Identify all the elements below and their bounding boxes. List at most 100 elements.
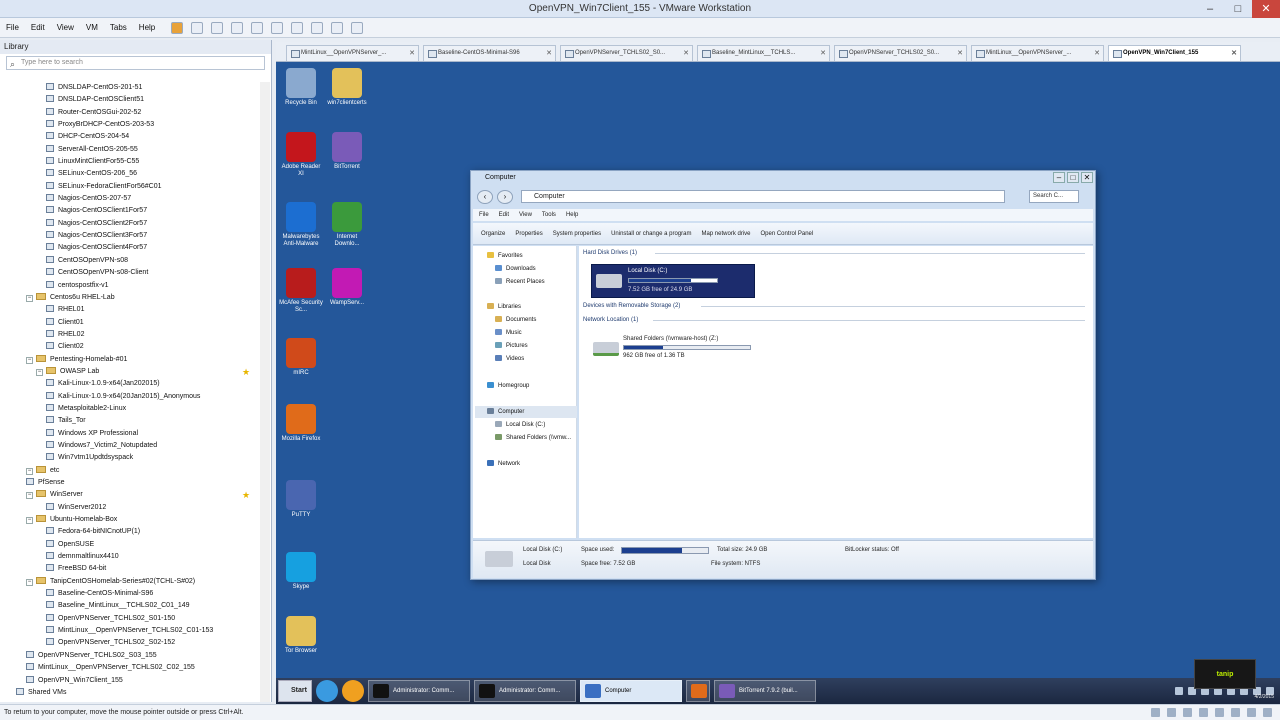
nav-homegroup[interactable]: Homegroup [487,382,529,389]
vm-tab[interactable]: Baseline-CentOS-Minimal-S96 ✕ [423,45,556,61]
library-tree-item[interactable]: DNSLDAP-CentOSClient51 [6,94,256,106]
library-tree-item[interactable]: RHEL02 [6,329,256,341]
library-tree-item[interactable]: centospostfix-v1 [6,280,256,292]
library-tree-item[interactable]: Nagios-CentOSClient3For57 [6,230,256,242]
device-network-icon[interactable] [1183,708,1192,717]
menu-help[interactable]: Help [139,23,155,32]
nav-shared-folders[interactable]: Shared Folders (\\vmw... [495,434,571,441]
nav-recent-places[interactable]: Recent Places [495,278,545,285]
command-button[interactable]: Organize [481,231,505,237]
desktop-icon[interactable]: Malwarebytes Anti-Malware [278,202,324,248]
command-button[interactable]: Properties [515,231,542,237]
expand-toggle-icon[interactable]: − [36,368,43,376]
command-button[interactable]: System properties [553,231,601,237]
library-tree-item[interactable]: Baseline_MintLinux__TCHLS02_C01_149 [6,600,256,612]
revert-snapshot-icon[interactable] [231,21,244,34]
library-tree-item[interactable]: OpenVPN_Win7Client_155 [6,675,256,687]
library-tree-item[interactable]: CentOSOpenVPN-s08-Client [6,267,256,279]
back-button[interactable]: ‹ [477,190,493,204]
expand-toggle-icon[interactable]: − [26,517,33,525]
desktop-icon[interactable]: win7clientcerts [324,68,370,107]
device-hdd-icon[interactable] [1151,708,1160,717]
nav-downloads[interactable]: Downloads [495,265,536,272]
shared-folders-drive[interactable]: Shared Folders (\\vmware-host) (Z:) 962 … [593,336,793,366]
library-tree-item[interactable]: Windows XP Professional [6,428,256,440]
library-tree-item[interactable]: Baseline-CentOS-Minimal-S96 [6,588,256,600]
desktop-icon[interactable]: mIRC [278,338,324,377]
library-tree-item[interactable]: Windows7_Victim2_Notupdated [6,440,256,452]
library-tree-item[interactable]: Client02 [6,341,256,353]
desktop-icon[interactable]: Adobe Reader XI [278,132,324,178]
expand-toggle-icon[interactable]: − [26,492,33,500]
explorer-search-input[interactable]: Search C... [1029,190,1079,203]
device-usb-icon[interactable] [1199,708,1208,717]
nav-local-disk[interactable]: Local Disk (C:) [495,421,545,428]
vm-tab[interactable]: OpenVPN_Win7Client_155 ✕ [1108,45,1241,61]
snapshot-manager-icon[interactable] [251,21,264,34]
tab-close-icon[interactable]: ✕ [409,46,415,61]
desktop-icon[interactable]: Recycle Bin [278,68,324,107]
taskbar-button[interactable]: Administrator: Comm... [474,680,576,702]
nav-videos[interactable]: Videos [495,355,524,362]
desktop-icon[interactable]: WampServ... [324,268,370,307]
explorer-menu-item[interactable]: Tools [542,209,556,221]
media-player-icon[interactable] [342,680,364,702]
taskbar-button[interactable]: Administrator: Comm... [368,680,470,702]
command-button[interactable]: Uninstall or change a program [611,231,691,237]
tray-icon[interactable] [1175,687,1183,695]
pause-icon[interactable] [171,21,184,34]
library-tree-item[interactable]: SELinux-CentOS-206_56 [6,168,256,180]
vm-tab[interactable]: OpenVPNServer_TCHLS02_S0... ✕ [560,45,693,61]
vm-tab[interactable]: MintLinux__OpenVPNServer_... ✕ [286,45,419,61]
library-view-icon[interactable] [271,21,284,34]
library-tree-item[interactable]: Win7vtm1Updtdsyspack [6,452,256,464]
unity-icon[interactable] [331,21,344,34]
library-tree-item[interactable]: MintLinux__OpenVPNServer_TCHLS02_C01-153 [6,625,256,637]
library-tree-item[interactable]: − Ubuntu-Homelab-Box [6,514,256,526]
device-sound-icon[interactable] [1215,708,1224,717]
library-tree-item[interactable]: Nagios-CentOSClient1For57 [6,205,256,217]
library-tree-item[interactable]: Router-CentOSGui-202-52 [6,107,256,119]
library-tree-item[interactable]: DNSLDAP-CentOS-201-51 [6,82,256,94]
nav-pictures[interactable]: Pictures [495,342,528,349]
tab-close-icon[interactable]: ✕ [546,46,552,61]
explorer-menu-item[interactable]: Edit [499,209,509,221]
explorer-menu-item[interactable]: Help [566,209,578,221]
menu-edit[interactable]: Edit [31,23,45,32]
library-tree-item[interactable]: Kali-Linux-1.0.9-x64(Jan202015) [6,378,256,390]
menu-vm[interactable]: VM [86,23,98,32]
tab-close-icon[interactable]: ✕ [683,46,689,61]
taskbar-button[interactable]: BitTorrent 7.9.2 (buil... [714,680,816,702]
library-tree-item[interactable]: CentOSOpenVPN-s08 [6,255,256,267]
library-tree-item[interactable]: Kali-Linux-1.0.9-x64(20Jan2015)_Anonymou… [6,391,256,403]
library-tree-item[interactable]: Client01 [6,317,256,329]
explorer-menu-item[interactable]: File [479,209,489,221]
forward-button[interactable]: › [497,190,513,204]
snapshot-icon[interactable] [211,21,224,34]
library-tree-item[interactable]: − Centos6u RHEL-Lab [6,292,256,304]
menu-view[interactable]: View [57,23,74,32]
expand-toggle-icon[interactable]: − [26,294,33,302]
library-tree-item[interactable]: DHCP-CentOS-204-54 [6,131,256,143]
menu-file[interactable]: File [6,23,19,32]
expand-toggle-icon[interactable]: − [26,467,33,475]
maximize-button[interactable]: □ [1224,0,1252,18]
desktop-icon[interactable]: BitTorrent [324,132,370,171]
vm-tab[interactable]: MintLinux__OpenVPNServer_... ✕ [971,45,1104,61]
explorer-menu-item[interactable]: View [519,209,532,221]
library-tree-item[interactable]: Tails_Tor [6,415,256,427]
device-display-icon[interactable] [1247,708,1256,717]
library-tree-item[interactable]: Nagios-CentOS-207-57 [6,193,256,205]
explorer-maximize-button[interactable]: □ [1067,172,1079,183]
taskbar-button[interactable] [686,680,710,702]
taskbar-clock[interactable]: 4/2/2015 [1255,694,1274,700]
library-tree-item[interactable]: − WinServer ★ [6,489,256,501]
command-button[interactable]: Map network drive [701,231,750,237]
library-tree-item[interactable]: OpenVPNServer_TCHLS02_S01-150 [6,613,256,625]
library-tree-item[interactable]: − TanipCentOSHomelab-Series#02(TCHL-S#02) [6,576,256,588]
library-tree-item[interactable]: LinuxMintClientFor55-C55 [6,156,256,168]
expand-toggle-icon[interactable]: − [26,578,33,586]
library-tree-item[interactable]: SELinux-FedoraClientFor56#C01 [6,181,256,193]
internet-explorer-icon[interactable] [316,680,338,702]
library-tree-item[interactable]: Shared VMs [6,687,256,699]
